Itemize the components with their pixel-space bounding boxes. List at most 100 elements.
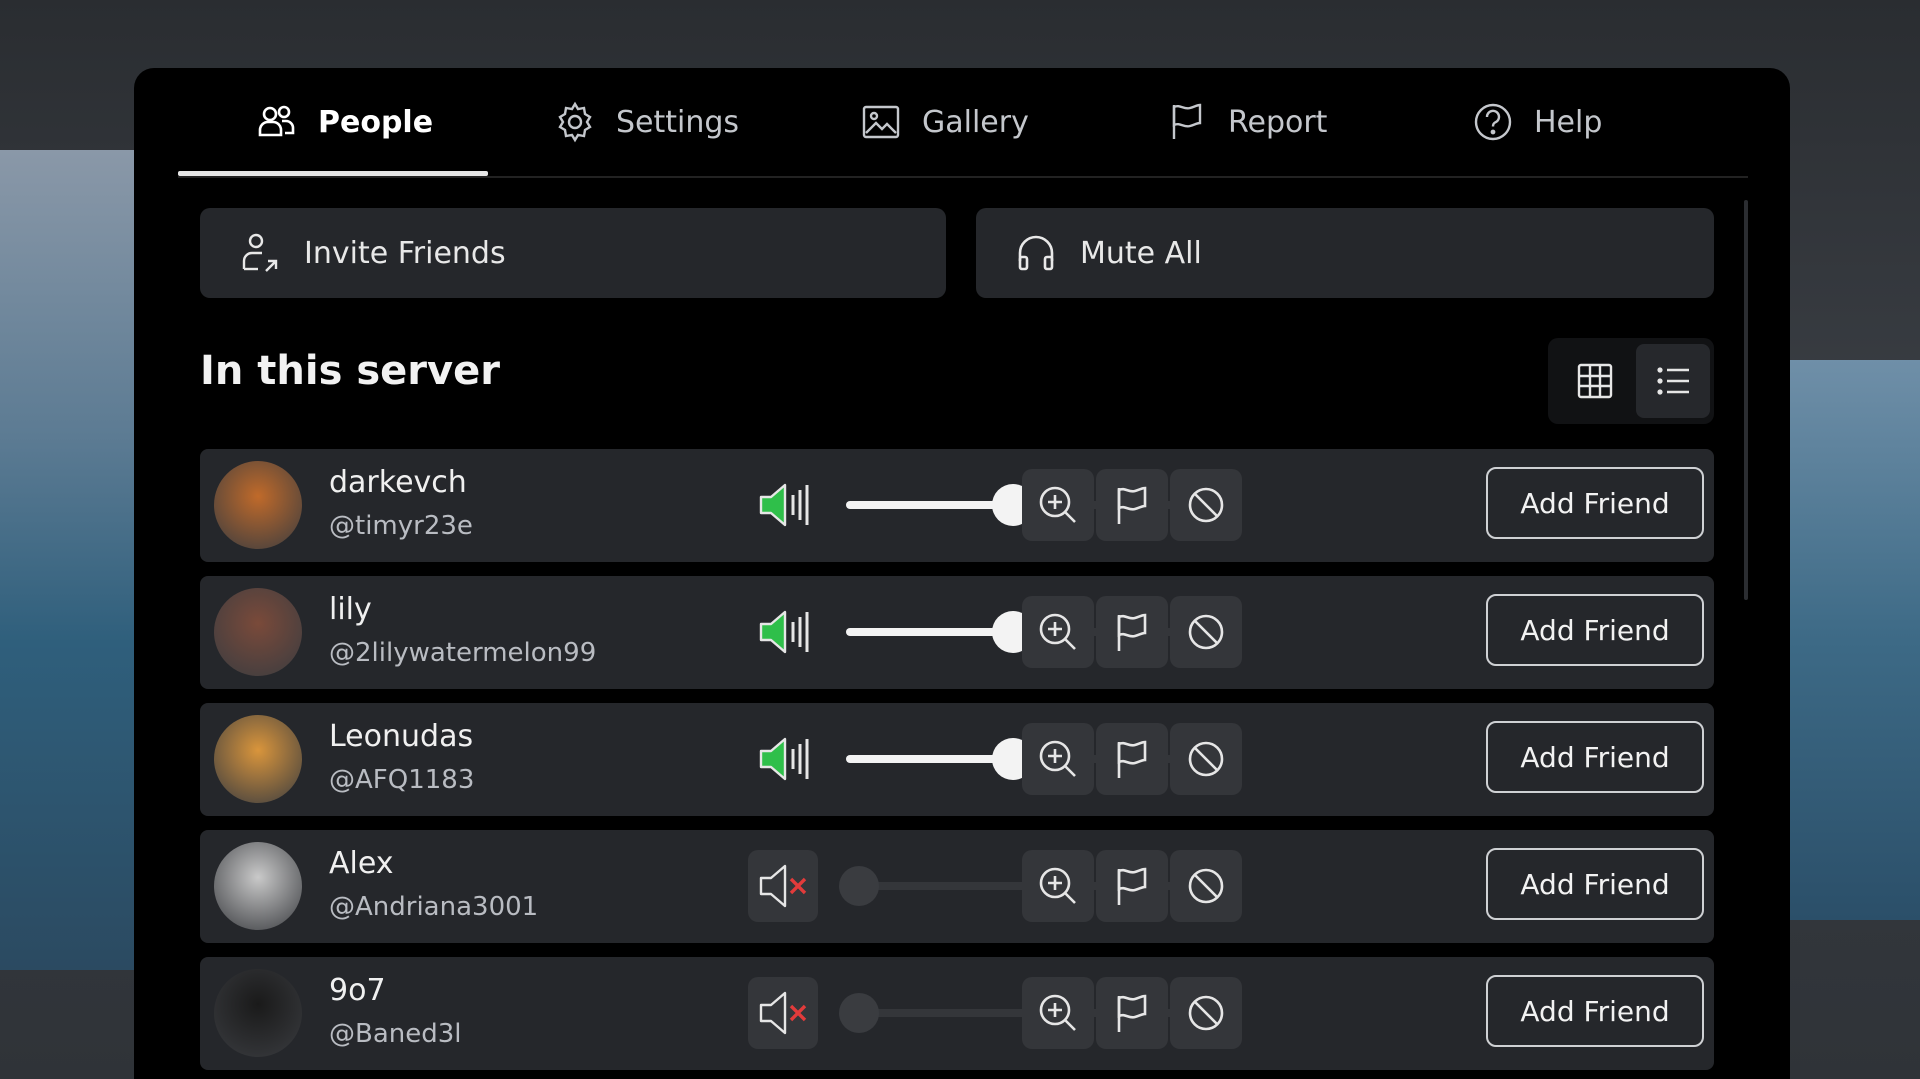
report-player-button[interactable] xyxy=(1096,977,1168,1049)
zoom-in-icon xyxy=(1039,740,1076,777)
active-tab-indicator xyxy=(178,171,488,176)
player-row: Alex @Andriana3001 Add Friend xyxy=(200,830,1714,943)
add-friend-button[interactable]: Add Friend xyxy=(1486,467,1704,539)
zoom-in-icon xyxy=(1039,994,1076,1031)
block-icon xyxy=(1188,868,1224,904)
flag-icon xyxy=(1117,867,1147,905)
tab-bar: People Settings Gallery Report Help xyxy=(178,68,1748,178)
list-icon xyxy=(1657,367,1689,395)
report-player-button[interactable] xyxy=(1096,469,1168,541)
speaker-toggle-button[interactable] xyxy=(748,977,818,1049)
add-friend-button[interactable]: Add Friend xyxy=(1486,594,1704,666)
block-player-button[interactable] xyxy=(1170,850,1242,922)
tab-label: Report xyxy=(1228,104,1328,140)
block-icon xyxy=(1188,614,1224,650)
inspect-button[interactable] xyxy=(1022,596,1094,668)
player-row: 9o7 @Baned3l Add Friend xyxy=(200,957,1714,1070)
speaker-muted-icon xyxy=(759,864,807,908)
inspect-button[interactable] xyxy=(1022,723,1094,795)
tab-label: People xyxy=(318,104,434,140)
mute-all-button[interactable]: Mute All xyxy=(976,208,1714,298)
player-handle: @Baned3l xyxy=(329,1019,462,1049)
tab-people[interactable]: People xyxy=(256,68,433,176)
flag-icon xyxy=(1172,103,1202,139)
block-player-button[interactable] xyxy=(1170,977,1242,1049)
tab-label: Gallery xyxy=(922,104,1029,140)
zoom-in-icon xyxy=(1039,613,1076,650)
inspect-button[interactable] xyxy=(1022,469,1094,541)
block-player-button[interactable] xyxy=(1170,596,1242,668)
block-icon xyxy=(1188,487,1224,523)
player-handle: @Andriana3001 xyxy=(329,892,539,922)
speaker-on-icon xyxy=(759,610,809,654)
block-player-button[interactable] xyxy=(1170,723,1242,795)
headphones-icon xyxy=(1018,235,1054,271)
inspect-button[interactable] xyxy=(1022,850,1094,922)
speaker-toggle-button[interactable] xyxy=(748,469,818,541)
add-friend-button[interactable]: Add Friend xyxy=(1486,975,1704,1047)
avatar[interactable] xyxy=(214,969,302,1057)
player-name: Alex xyxy=(329,846,394,881)
flag-icon xyxy=(1117,486,1147,524)
invite-friends-button[interactable]: Invite Friends xyxy=(200,208,946,298)
player-row: lily @2lilywatermelon99 Add Friend xyxy=(200,576,1714,689)
report-player-button[interactable] xyxy=(1096,596,1168,668)
player-name: Leonudas xyxy=(329,719,474,754)
people-icon xyxy=(258,105,295,137)
speaker-muted-icon xyxy=(759,991,807,1035)
avatar[interactable] xyxy=(214,715,302,803)
speaker-on-icon xyxy=(759,483,809,527)
add-friend-button[interactable]: Add Friend xyxy=(1486,848,1704,920)
zoom-in-icon xyxy=(1039,486,1076,523)
speaker-toggle-button[interactable] xyxy=(748,850,818,922)
volume-slider-fill xyxy=(846,501,1013,509)
volume-slider-fill xyxy=(846,628,1013,636)
report-player-button[interactable] xyxy=(1096,850,1168,922)
player-handle: @2lilywatermelon99 xyxy=(329,638,597,668)
avatar[interactable] xyxy=(214,842,302,930)
volume-slider-fill xyxy=(846,755,1013,763)
help-icon xyxy=(1474,103,1512,141)
tab-label: Help xyxy=(1534,104,1603,140)
report-player-button[interactable] xyxy=(1096,723,1168,795)
add-friend-button[interactable]: Add Friend xyxy=(1486,721,1704,793)
tab-label: Settings xyxy=(616,104,740,140)
invite-friends-label: Invite Friends xyxy=(304,235,506,271)
background-left xyxy=(0,150,140,970)
avatar[interactable] xyxy=(214,461,302,549)
list-view-button[interactable] xyxy=(1636,344,1710,418)
speaker-toggle-button[interactable] xyxy=(748,723,818,795)
gear-icon xyxy=(558,101,592,143)
people-panel: People Settings Gallery Report Help Invi… xyxy=(134,68,1790,1079)
player-name: darkevch xyxy=(329,465,467,500)
flag-icon xyxy=(1117,740,1147,778)
player-row: darkevch @timyr23e Add Friend xyxy=(200,449,1714,562)
block-icon xyxy=(1188,741,1224,777)
player-handle: @timyr23e xyxy=(329,511,473,541)
speaker-toggle-button[interactable] xyxy=(748,596,818,668)
flag-icon xyxy=(1117,613,1147,651)
block-icon xyxy=(1188,995,1224,1031)
player-name: lily xyxy=(329,592,372,627)
avatar[interactable] xyxy=(214,588,302,676)
volume-slider-knob[interactable] xyxy=(839,866,879,906)
volume-slider-knob[interactable] xyxy=(839,993,879,1033)
view-toggle xyxy=(1548,338,1714,424)
grid-icon xyxy=(1577,363,1613,399)
flag-icon xyxy=(1117,994,1147,1032)
zoom-in-icon xyxy=(1039,867,1076,904)
tab-report[interactable]: Report xyxy=(1166,68,1327,176)
section-title: In this server xyxy=(200,348,500,394)
scrollbar[interactable] xyxy=(1744,200,1748,600)
tab-settings[interactable]: Settings xyxy=(554,68,739,176)
invite-person-icon xyxy=(242,233,278,272)
mute-all-label: Mute All xyxy=(1080,235,1202,271)
grid-view-button[interactable] xyxy=(1558,344,1632,418)
player-name: 9o7 xyxy=(329,973,386,1008)
background-right xyxy=(1770,360,1920,920)
player-handle: @AFQ1183 xyxy=(329,765,475,795)
tab-gallery[interactable]: Gallery xyxy=(860,68,1029,176)
tab-help[interactable]: Help xyxy=(1472,68,1602,176)
block-player-button[interactable] xyxy=(1170,469,1242,541)
inspect-button[interactable] xyxy=(1022,977,1094,1049)
